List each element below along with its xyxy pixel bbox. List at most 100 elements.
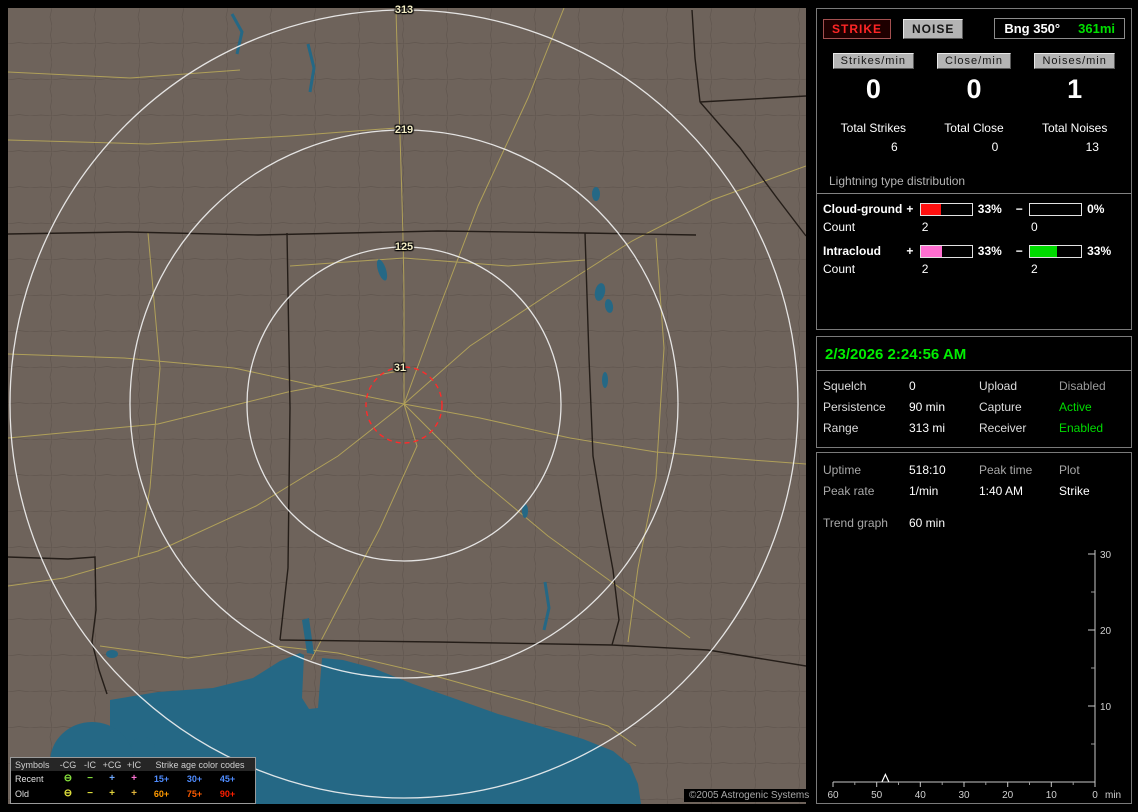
strike-tab-button[interactable]: STRIKE — [823, 18, 892, 39]
distribution-title: Lightning type distribution — [817, 174, 1131, 194]
upload-label: Upload — [979, 379, 1018, 393]
plot-label: Plot — [1059, 463, 1080, 477]
cloud-ground-row: Cloud-ground + 33% − 0% — [823, 202, 1125, 216]
ic-negative-bar-fill — [1029, 245, 1057, 257]
trend-graph-label: Trend graph — [823, 516, 888, 530]
plot-type-value: Strike — [1059, 484, 1090, 498]
peak-rate-value: 1/min — [909, 484, 939, 498]
minus-sign: − — [1015, 202, 1023, 216]
total-noises-value: 13 — [1085, 140, 1099, 154]
capture-state: Active — [1059, 400, 1092, 414]
y-tick-30: 30 — [1100, 550, 1112, 561]
x-tick-20: 20 — [1002, 790, 1014, 801]
neg-cg-old-icon: ⊖ — [63, 787, 73, 799]
persistence-value: 90 min — [909, 400, 946, 414]
copyright-text: ©2005 Astrogenic Systems — [684, 789, 815, 802]
upload-state: Disabled — [1059, 379, 1106, 393]
plus-sign: + — [906, 244, 914, 258]
total-strikes-label: Total Strikes — [840, 121, 906, 135]
receiver-label: Receiver — [979, 421, 1027, 435]
age-15: 15+ — [153, 773, 170, 784]
capture-label: Capture — [979, 400, 1022, 414]
total-noises-label: Total Noises — [1041, 121, 1108, 135]
cg-negative-pct: 0% — [1087, 202, 1105, 216]
ring-label-313: 313 — [394, 4, 414, 16]
age-90: 90+ — [219, 788, 236, 799]
pos-cg-old-icon: + — [109, 787, 115, 799]
ic-positive-bar — [919, 244, 973, 258]
x-tick-0: 0 — [1092, 790, 1098, 801]
app-window: 313 219 125 31 Symbols -CG -IC +CG +IC S… — [0, 0, 1138, 812]
age-75: 75+ — [186, 788, 203, 799]
ic-negative-pct: 33% — [1087, 244, 1112, 258]
minus-sign: − — [1015, 244, 1023, 258]
legend-old-label: Old — [15, 788, 30, 799]
noises-per-min-value: 1 — [1067, 74, 1083, 104]
cloud-ground-count-row: Count 2 0 — [823, 220, 1125, 234]
y-major-ticks — [1088, 553, 1095, 707]
x-axis-unit: min — [1105, 790, 1121, 801]
pos-ic-old-icon: + — [131, 787, 137, 799]
legend-recent-label: Recent — [15, 773, 44, 784]
total-close-label: Total Close — [944, 121, 1004, 135]
bearing-readout: Bng 350° 361mi — [994, 18, 1125, 39]
x-tick-40: 40 — [915, 790, 927, 801]
ic-positive-pct: 33% — [977, 244, 1002, 258]
cg-negative-bar — [1028, 202, 1083, 216]
ic-positive-count: 2 — [921, 262, 929, 276]
y-tick-20: 20 — [1100, 626, 1112, 637]
total-strikes-value: 6 — [890, 140, 898, 154]
legend-col-neg-ic: -IC — [84, 759, 96, 770]
trend-axes — [833, 550, 1096, 783]
pos-ic-recent-icon: + — [131, 772, 137, 784]
ring-label-125: 125 — [394, 241, 414, 253]
legend-header: Symbols -CG -IC +CG +IC Strike age color… — [11, 758, 255, 771]
datetime-display: 2/3/2026 2:24:56 AM — [817, 337, 1131, 371]
trend-panel: Uptime 518:10 Peak time Plot Peak rate 1… — [816, 452, 1132, 804]
close-per-min-button[interactable]: Close/min — [937, 53, 1011, 69]
peak-time-label: Peak time — [979, 463, 1033, 477]
close-per-min-value: 0 — [966, 74, 982, 104]
ic-negative-count: 2 — [1031, 262, 1038, 276]
trend-graph: 30 20 10 60 50 40 30 20 10 0 min — [827, 550, 1121, 801]
bearing-value: Bng 350° — [1004, 21, 1061, 36]
y-minor-ticks — [1091, 591, 1095, 745]
total-close-value: 0 — [991, 140, 999, 154]
trend-window-value: 60 min — [909, 516, 946, 530]
age-45: 45+ — [219, 773, 236, 784]
cg-positive-pct: 33% — [977, 202, 1002, 216]
count-label: Count — [823, 262, 856, 276]
intracloud-label: Intracloud — [823, 244, 882, 258]
receiver-status-panel: 2/3/2026 2:24:56 AM Squelch 0 Upload Dis… — [816, 336, 1132, 448]
cg-negative-count: 0 — [1031, 220, 1038, 234]
cg-positive-count: 2 — [921, 220, 929, 234]
x-tick-30: 30 — [958, 790, 970, 801]
cg-positive-bar-fill — [920, 203, 942, 215]
legend-age-title: Strike age color codes — [155, 759, 245, 770]
legend-col-neg-cg: -CG — [59, 759, 77, 770]
legend-col-pos-ic: +IC — [126, 759, 142, 770]
bearing-distance: 361mi — [1078, 21, 1115, 36]
x-tick-50: 50 — [871, 790, 883, 801]
neg-ic-recent-icon: − — [87, 772, 93, 784]
x-tick-60: 60 — [827, 790, 839, 801]
strike-stats-panel: STRIKE NOISE Bng 350° 361mi Strikes/min … — [816, 8, 1132, 330]
legend-col-pos-cg: +CG — [102, 759, 122, 770]
uptime-value: 518:10 — [909, 463, 946, 477]
intracloud-row: Intracloud + 33% − 33% — [823, 244, 1125, 258]
squelch-value: 0 — [909, 379, 916, 393]
squelch-label: Squelch — [823, 379, 867, 393]
intracloud-count-row: Count 2 2 — [823, 262, 1125, 276]
age-30: 30+ — [186, 773, 203, 784]
x-tick-10: 10 — [1046, 790, 1058, 801]
plus-sign: + — [906, 202, 914, 216]
legend-symbols-title: Symbols — [15, 759, 50, 770]
range-value: 313 mi — [909, 421, 946, 435]
cg-positive-bar — [919, 202, 973, 216]
pos-cg-recent-icon: + — [109, 772, 115, 784]
range-label: Range — [823, 421, 859, 435]
strikes-per-min-button[interactable]: Strikes/min — [832, 53, 915, 69]
noises-per-min-button[interactable]: Noises/min — [1034, 53, 1115, 69]
x-major-ticks — [832, 782, 1096, 787]
noise-tab-button[interactable]: NOISE — [903, 18, 964, 39]
